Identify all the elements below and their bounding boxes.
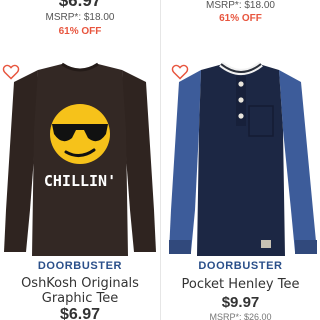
product-msrp: MSRP*: $18.00 — [45, 12, 115, 23]
product-card-graphic-tee[interactable]: $6.97 MSRP*: $18.00 61% OFF CHILLIN' DOO… — [0, 0, 160, 320]
sale-price: $6.97 — [59, 306, 101, 320]
product-name[interactable]: OshKosh Originals Graphic Tee — [0, 276, 160, 306]
discount-label: 61% OFF — [58, 26, 102, 37]
product-msrp-bottom: MSRP*: $26.00 — [209, 312, 272, 320]
product-image-graphic-tee[interactable]: CHILLIN' — [0, 60, 160, 260]
product-name-line-2[interactable]: Graphic Tee — [0, 291, 160, 306]
doorbuster-badge: DOORBUSTER — [37, 260, 123, 272]
graphic-text: CHILLIN' — [44, 172, 116, 190]
product-msrp: MSRP*: $18.00 — [206, 0, 275, 11]
doorbuster-badge: DOORBUSTER — [198, 260, 283, 272]
product-name-line-1[interactable]: OshKosh Originals — [0, 276, 160, 291]
product-card-henley-tee[interactable]: MSRP*: $18.00 61% OFF DOORBUSTER Pocket … — [161, 0, 320, 320]
product-price: $6.97 — [58, 0, 102, 10]
product-image-henley-tee[interactable] — [161, 60, 320, 260]
discount-label: 61% OFF — [219, 13, 262, 24]
sale-price: $9.97 — [221, 294, 260, 311]
product-name[interactable]: Pocket Henley Tee — [161, 277, 320, 292]
